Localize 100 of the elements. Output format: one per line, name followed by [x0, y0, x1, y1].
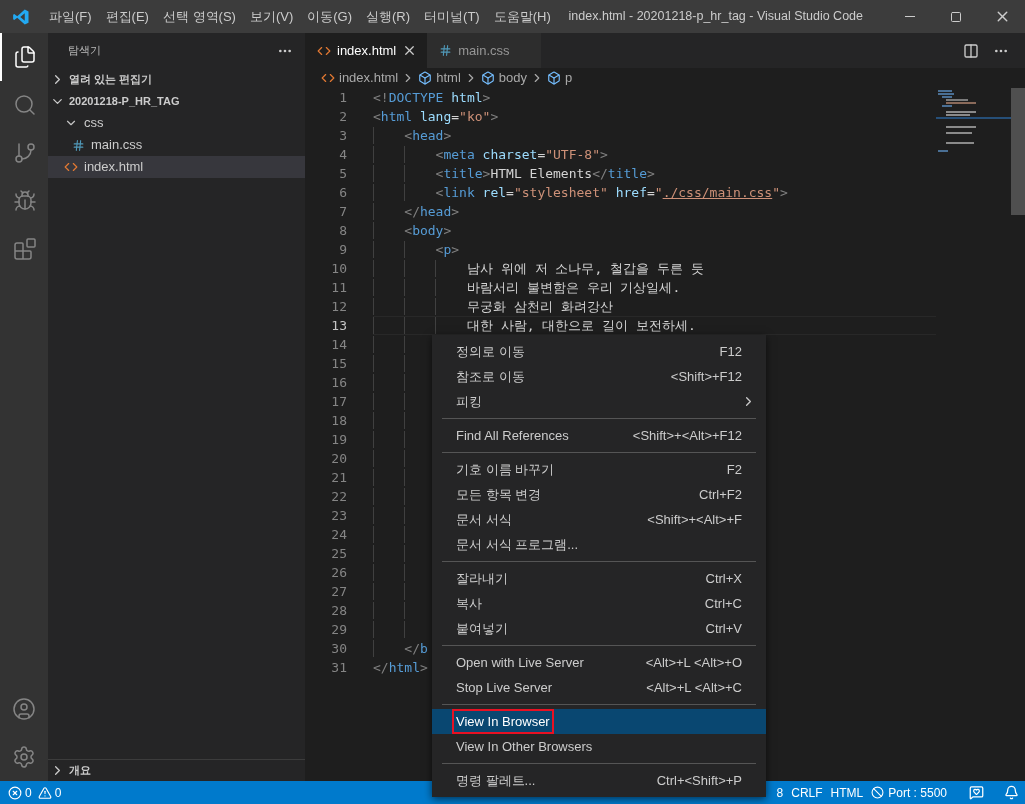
menu-item[interactable]: 파일(F): [42, 6, 99, 27]
menu-item[interactable]: 모든 항목 변경 Ctrl+F2: [432, 482, 766, 507]
line-number: 15: [330, 354, 347, 373]
port-item[interactable]: Port : 5500: [871, 783, 947, 802]
line-number: 6: [338, 183, 347, 202]
line-number: 23: [330, 506, 347, 525]
editor-tab[interactable]: main.css: [427, 33, 541, 68]
status-item[interactable]: 8: [776, 783, 784, 802]
search-icon[interactable]: [13, 93, 37, 117]
line-number: 24: [330, 525, 347, 544]
code-line: 무궁화 삼천리 화려강산: [465, 298, 613, 316]
cube-icon: [547, 71, 561, 85]
code-icon: [64, 160, 78, 174]
files-icon[interactable]: [13, 45, 37, 69]
line-number: 2: [338, 107, 347, 126]
bell-icon[interactable]: [1004, 785, 1019, 800]
feedback-icon[interactable]: [969, 785, 984, 800]
line-number: 8: [338, 221, 347, 240]
line-number: 14: [330, 335, 347, 354]
tree-item[interactable]: index.html: [48, 156, 305, 178]
code-line: 바람서리 불변함은 우리 기상일세.: [465, 279, 681, 297]
menu-item[interactable]: 피킹: [432, 389, 766, 414]
menu-item[interactable]: 문서 서식 <Shift>+<Alt>+F: [432, 507, 766, 532]
section-header[interactable]: 열려 있는 편집기: [48, 68, 305, 90]
menu-item[interactable]: Find All References <Shift>+<Alt>+F12: [432, 423, 766, 448]
menu-item[interactable]: Stop Live Server <Alt>+L <Alt>+C: [432, 675, 766, 700]
line-number: 27: [330, 582, 347, 601]
line-number: 10: [330, 259, 347, 278]
menu-item[interactable]: 정의로 이동 F12: [432, 339, 766, 364]
hash-icon: [439, 44, 453, 57]
warning-icon: [37, 785, 52, 800]
code-line: </html>: [373, 659, 428, 677]
error-icon: [8, 785, 22, 800]
blocks-icon[interactable]: [13, 237, 37, 261]
menu-item[interactable]: Open with Live Server <Alt>+L <Alt>+O: [432, 650, 766, 675]
code-line: 대한 사람, 대한으로 길이 보전하세.: [465, 317, 696, 335]
line-number: 26: [330, 563, 347, 582]
logo-icon: [12, 7, 30, 26]
code-line: <link rel="stylesheet" href="./css/main.css">: [434, 184, 788, 202]
menu-item[interactable]: 이동(G): [300, 6, 360, 27]
breadcrumb-item[interactable]: html: [418, 68, 461, 88]
minimize-icon: [905, 16, 915, 17]
line-number: 19: [330, 430, 347, 449]
menu-item[interactable]: 편집(E): [98, 6, 156, 27]
settings-icon[interactable]: [12, 745, 36, 769]
editor-tab[interactable]: index.html: [305, 33, 428, 68]
code-line: </b: [403, 640, 428, 658]
status-item[interactable]: HTML: [830, 783, 864, 802]
line-number: 25: [330, 544, 347, 563]
sidebar-title: 탐색기: [68, 43, 101, 59]
tree-item[interactable]: css: [48, 112, 305, 134]
split-editor-icon[interactable]: [963, 42, 979, 59]
menu-item[interactable]: View In Browser: [432, 709, 766, 734]
bug-icon[interactable]: [13, 189, 37, 213]
cube-icon: [480, 71, 495, 85]
line-number: 3: [338, 126, 347, 145]
line-number: 4: [338, 145, 347, 164]
problems-indicator[interactable]: 0 0: [0, 783, 62, 802]
line-number: 30: [330, 639, 347, 658]
menu-item[interactable]: 도움말(H): [486, 6, 558, 27]
code-line: <body>: [403, 222, 452, 240]
line-number: 22: [330, 487, 347, 506]
breadcrumb-item[interactable]: p: [547, 68, 573, 88]
menu-item[interactable]: 터미널(T): [417, 6, 487, 27]
line-number: 17: [330, 392, 347, 411]
menu-item[interactable]: 복사 Ctrl+C: [432, 591, 766, 616]
menu-item[interactable]: 실행(R): [359, 6, 418, 27]
line-number: 21: [330, 468, 347, 487]
menu-item[interactable]: 보기(V): [242, 6, 301, 27]
breadcrumb-item[interactable]: index.html: [321, 68, 399, 88]
hash-icon: [72, 138, 85, 152]
code-line: </head>: [403, 203, 460, 221]
breadcrumb-item[interactable]: body: [480, 68, 527, 88]
window-title: index.html - 20201218-p_hr_tag - Visual Studio Code: [568, 8, 863, 26]
tree-item[interactable]: main.css: [48, 134, 305, 156]
menu-item[interactable]: 문서 서식 프로그램...: [432, 532, 766, 557]
account-icon[interactable]: [12, 697, 36, 721]
menu-item[interactable]: View In Other Browsers: [432, 734, 766, 759]
line-number: 20: [330, 449, 347, 468]
status-item[interactable]: CRLF: [791, 783, 823, 802]
section-header[interactable]: 20201218-P_HR_TAG: [48, 90, 305, 112]
code-line: <head>: [403, 127, 452, 145]
menu-item[interactable]: 붙여넣기 Ctrl+V: [432, 616, 766, 641]
code-line: <meta charset="UTF-8">: [434, 146, 608, 164]
menu-item[interactable]: 잘라내기 Ctrl+X: [432, 566, 766, 591]
line-number: 29: [330, 620, 347, 639]
branch-icon[interactable]: [13, 141, 37, 165]
menu-item[interactable]: 기호 이름 바꾸기 F2: [432, 457, 766, 482]
ban-icon: [871, 786, 885, 799]
code-icon: [321, 71, 335, 85]
line-number: 12: [330, 297, 347, 316]
scrollbar-thumb[interactable]: [1011, 88, 1025, 215]
menu-item[interactable]: 명령 팔레트... Ctrl+<Shift>+P: [432, 768, 766, 793]
line-number: 5: [338, 164, 347, 183]
code-line: <!DOCTYPE html>: [373, 89, 491, 107]
line-number: 13: [330, 316, 347, 335]
line-number: 9: [338, 240, 347, 259]
menu-item[interactable]: 참조로 이동 <Shift>+F12: [432, 364, 766, 389]
menu-item[interactable]: 선택 영역(S): [155, 6, 243, 27]
code-line: <p>: [434, 241, 460, 259]
